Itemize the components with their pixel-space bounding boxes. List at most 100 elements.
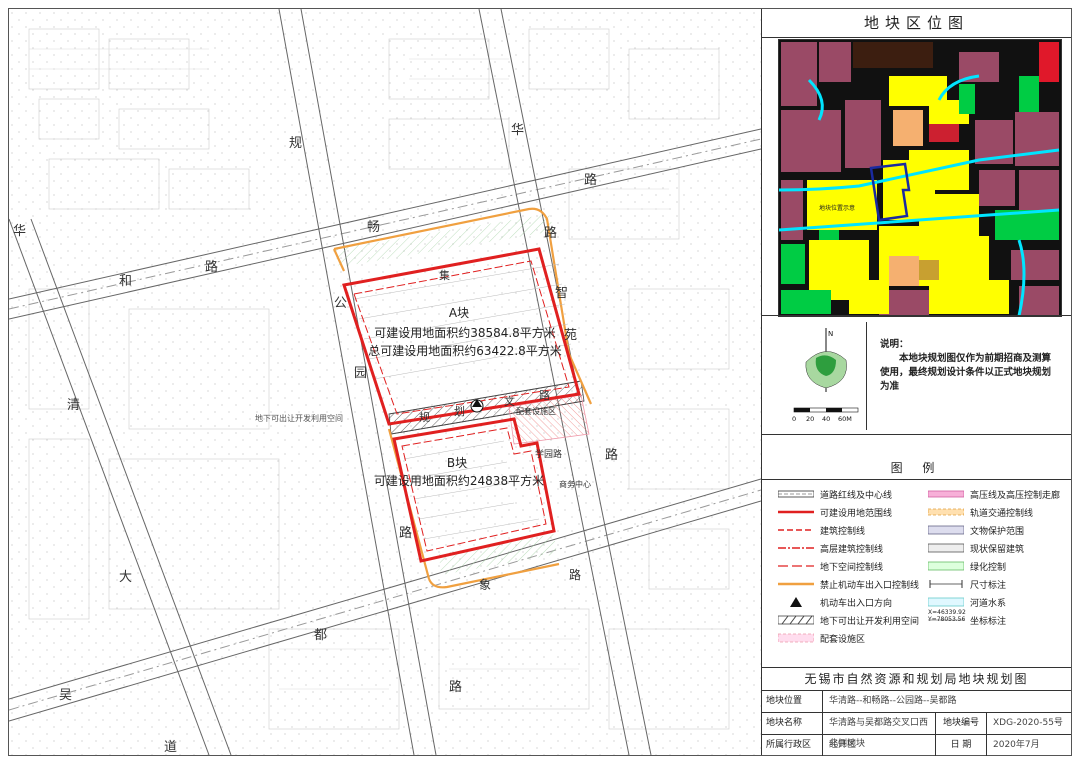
road-label-lu-8: 路 bbox=[569, 567, 581, 582]
site-plan-map[interactable]: 华 路 规 华 和 路 畅 路 公 园 路 智 苑 路 清 大 都 吴 道 路 … bbox=[9, 9, 761, 755]
road-label-yuan: 园 bbox=[354, 366, 367, 381]
title-block-header: 无锡市自然资源和规划局地块规划图 bbox=[762, 668, 1071, 691]
road-label-ji: 集 bbox=[439, 268, 450, 282]
district-value: 经开区 bbox=[829, 740, 857, 750]
block-b-area: 可建设用地面积约24838平方米 bbox=[374, 473, 544, 488]
road-label-du: 都 bbox=[314, 628, 327, 643]
road-label-dao: 道 bbox=[164, 740, 177, 755]
title-row-location: 地块位置 华清路--和畅路--公园路--吴都路 bbox=[762, 691, 1071, 713]
road-label-da: 大 bbox=[119, 570, 132, 585]
legend-symbol-facility bbox=[778, 633, 814, 643]
loc-map-label: 地块位置示意 bbox=[819, 204, 855, 212]
legend-label: 高压线及高压控制走廊 bbox=[970, 490, 1061, 501]
facility-label: 配套设施区 bbox=[516, 406, 556, 416]
date-value: 2020年7月 bbox=[993, 740, 1040, 750]
legend-label: 可建设用地范围线 bbox=[820, 508, 893, 519]
legend-item-rail: 轨道交通控制线 bbox=[928, 505, 1033, 519]
legend-label: 轨道交通控制线 bbox=[970, 508, 1034, 519]
road-label-lu-1: 路 bbox=[584, 172, 597, 188]
road-label-wen: 文 bbox=[504, 394, 515, 408]
code-value: XDG-2020-55号 bbox=[993, 718, 1063, 728]
legend-symbol-red-thick bbox=[778, 510, 814, 514]
legend-label: 禁止机动车出入口控制线 bbox=[820, 580, 920, 591]
road-label-lu-7: 路 bbox=[539, 389, 550, 402]
legend-symbol-red-dash bbox=[778, 529, 814, 531]
legend-label: 现状保留建筑 bbox=[970, 544, 1025, 555]
road-label-gong: 公 bbox=[334, 296, 347, 311]
road-label-he: 和 bbox=[119, 274, 132, 289]
legend-label: 尺寸标注 bbox=[970, 580, 1007, 591]
legend-symbol-keep bbox=[928, 543, 964, 553]
legend-item-hatch: 地下可出让开发利用空间 bbox=[778, 613, 919, 627]
notes-section: N 0 20 40 60M 说明： 本地块规划图仅作为前期招商及测算使用，最终规… bbox=[762, 315, 1071, 435]
road-label-lu-4: 路 bbox=[399, 525, 412, 541]
legend-label: 地下空间控制线 bbox=[820, 562, 884, 573]
legend-item-orange: 禁止机动车出入口控制线 bbox=[778, 577, 919, 591]
legend-item-red-thick: 可建设用地范围线 bbox=[778, 505, 892, 519]
road-label-hua3: 划 bbox=[454, 405, 465, 418]
name-label: 地块名称 bbox=[762, 713, 823, 734]
legend-item-coord: 坐标标注 X=46339.92 Y=78053.56 bbox=[928, 609, 1007, 627]
terrain-dots bbox=[9, 9, 761, 755]
legend-symbol-red-dashdot bbox=[778, 547, 814, 549]
note-heading: 说明： bbox=[880, 339, 909, 350]
road-label-gui2: 规 bbox=[419, 410, 430, 424]
title-row-district: 所属行政区 经开区 日 期 2020年7月 bbox=[762, 735, 1071, 756]
legend-item-red-dashdot: 高层建筑控制线 bbox=[778, 541, 883, 555]
legend-item-water: 河道水系 bbox=[928, 595, 1006, 609]
orange-zone-2 bbox=[889, 256, 919, 286]
legend-label: 配套设施区 bbox=[820, 634, 866, 645]
scale-tick-0: 0 bbox=[792, 415, 796, 423]
orange-zone bbox=[893, 110, 923, 146]
legend-label: 高层建筑控制线 bbox=[820, 544, 884, 555]
legend-label: 建筑控制线 bbox=[820, 526, 866, 537]
panel-title: 地块区位图 bbox=[762, 9, 1071, 38]
road-label-lu-6: 路 bbox=[449, 679, 462, 695]
scale-tick-40: 40 bbox=[822, 415, 830, 423]
note-text: 说明： 本地块规划图仅作为前期招商及测算使用，最终规划设计条件以正式地块规划为准 bbox=[880, 338, 1060, 394]
legend-symbol-arrow bbox=[790, 597, 802, 607]
legend-symbol-red-long bbox=[778, 565, 814, 567]
legend-symbol-dim bbox=[929, 580, 963, 588]
legend-label: 地下可出让开发利用空间 bbox=[820, 616, 920, 627]
location-label: 地块位置 bbox=[762, 691, 823, 712]
road-label-qing: 清 bbox=[67, 398, 80, 413]
title-row-name: 地块名称 华清路与吴都路交叉口西北侧地块 地块编号 XDG-2020-55号 bbox=[762, 713, 1071, 749]
legend-item-facility: 配套设施区 bbox=[778, 631, 865, 645]
legend-symbol-road bbox=[778, 490, 814, 498]
location-map[interactable]: 地块位置示意 bbox=[778, 39, 1062, 317]
red-zone bbox=[1039, 42, 1059, 82]
district-label: 所属行政区 bbox=[762, 735, 823, 756]
legend-label: 坐标标注 bbox=[970, 616, 1007, 627]
road-label-yuan2: 苑 bbox=[564, 328, 577, 343]
code-label: 地块编号 bbox=[935, 713, 987, 734]
legend-symbol-hatch bbox=[778, 615, 814, 625]
road-label-hua-2: 华 bbox=[13, 224, 26, 239]
scale-tick-60: 60M bbox=[838, 415, 852, 423]
legend-symbol-rail bbox=[928, 508, 964, 516]
name-value: 华清路与吴都路交叉口西北侧地块 bbox=[829, 718, 929, 749]
legend-label: 机动车出入口方向 bbox=[820, 598, 893, 609]
block-a-title: A块 bbox=[449, 306, 469, 320]
small-center-label: 商务中心 bbox=[559, 479, 591, 489]
legend-title: 图 例 bbox=[890, 461, 943, 475]
title-block: 无锡市自然资源和规划局地块规划图 地块位置 华清路--和畅路--公园路--吴都路… bbox=[762, 667, 1071, 756]
legend-divider bbox=[762, 479, 1071, 480]
legend-label: 文物保护范围 bbox=[970, 526, 1025, 537]
road-label-xiang: 象 bbox=[479, 578, 491, 592]
legend-symbol-orange bbox=[778, 582, 814, 586]
road-label-lu-5: 路 bbox=[605, 447, 618, 463]
legend-item-green: 绿化控制 bbox=[928, 559, 1006, 573]
legend-symbol-water bbox=[928, 597, 964, 607]
underground-label: 地下可出让开发利用空间 bbox=[255, 413, 343, 423]
olive-zone bbox=[919, 260, 939, 280]
legend-item-hv: 高压线及高压控制走廊 bbox=[928, 487, 1060, 501]
road-label-lu-3: 路 bbox=[544, 225, 557, 241]
road-label-hua-1: 华 bbox=[511, 123, 524, 138]
compass-block: N 0 20 40 60M bbox=[786, 322, 867, 430]
compass-n-label: N bbox=[828, 330, 833, 338]
road-label-gui: 规 bbox=[289, 136, 302, 151]
legend-item-road: 道路红线及中心线 bbox=[778, 487, 892, 501]
legend-symbol-hv bbox=[928, 490, 964, 498]
legend-label: 绿化控制 bbox=[970, 562, 1007, 573]
